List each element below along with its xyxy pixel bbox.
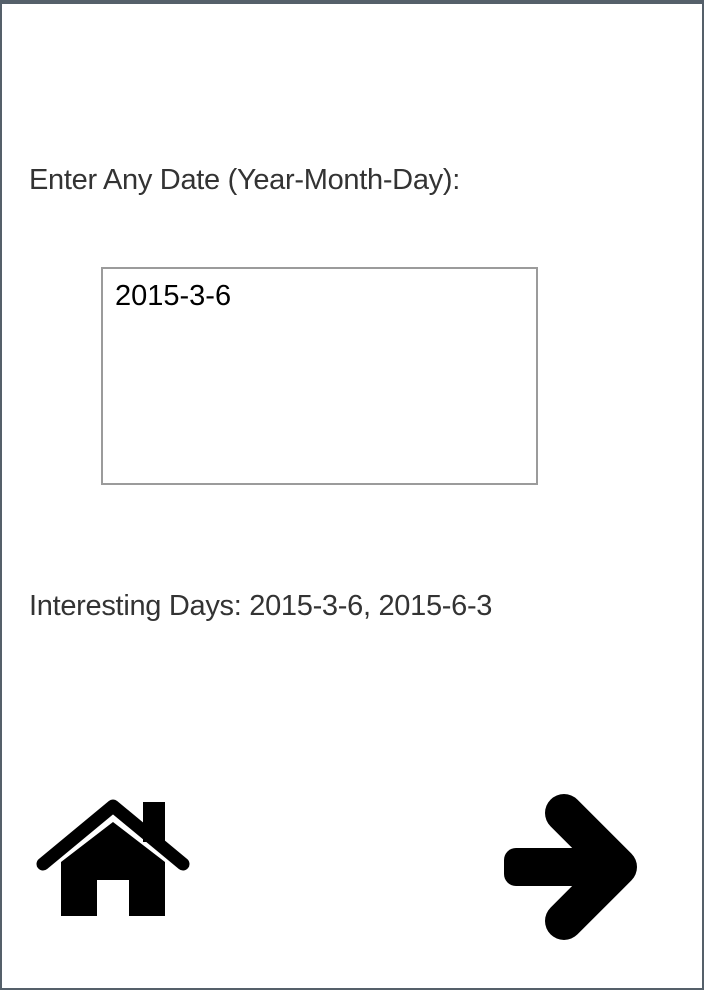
home-button[interactable]: [35, 798, 191, 924]
arrow-right-icon: [504, 794, 637, 940]
date-prompt-label: Enter Any Date (Year-Month-Day):: [29, 164, 460, 196]
date-input[interactable]: 2015-3-6: [101, 267, 538, 485]
next-button[interactable]: [500, 793, 640, 941]
interesting-days-result: Interesting Days: 2015-3-6, 2015-6-3: [29, 590, 493, 622]
app-frame: Enter Any Date (Year-Month-Day): 2015-3-…: [0, 0, 704, 990]
home-icon: [36, 799, 190, 916]
